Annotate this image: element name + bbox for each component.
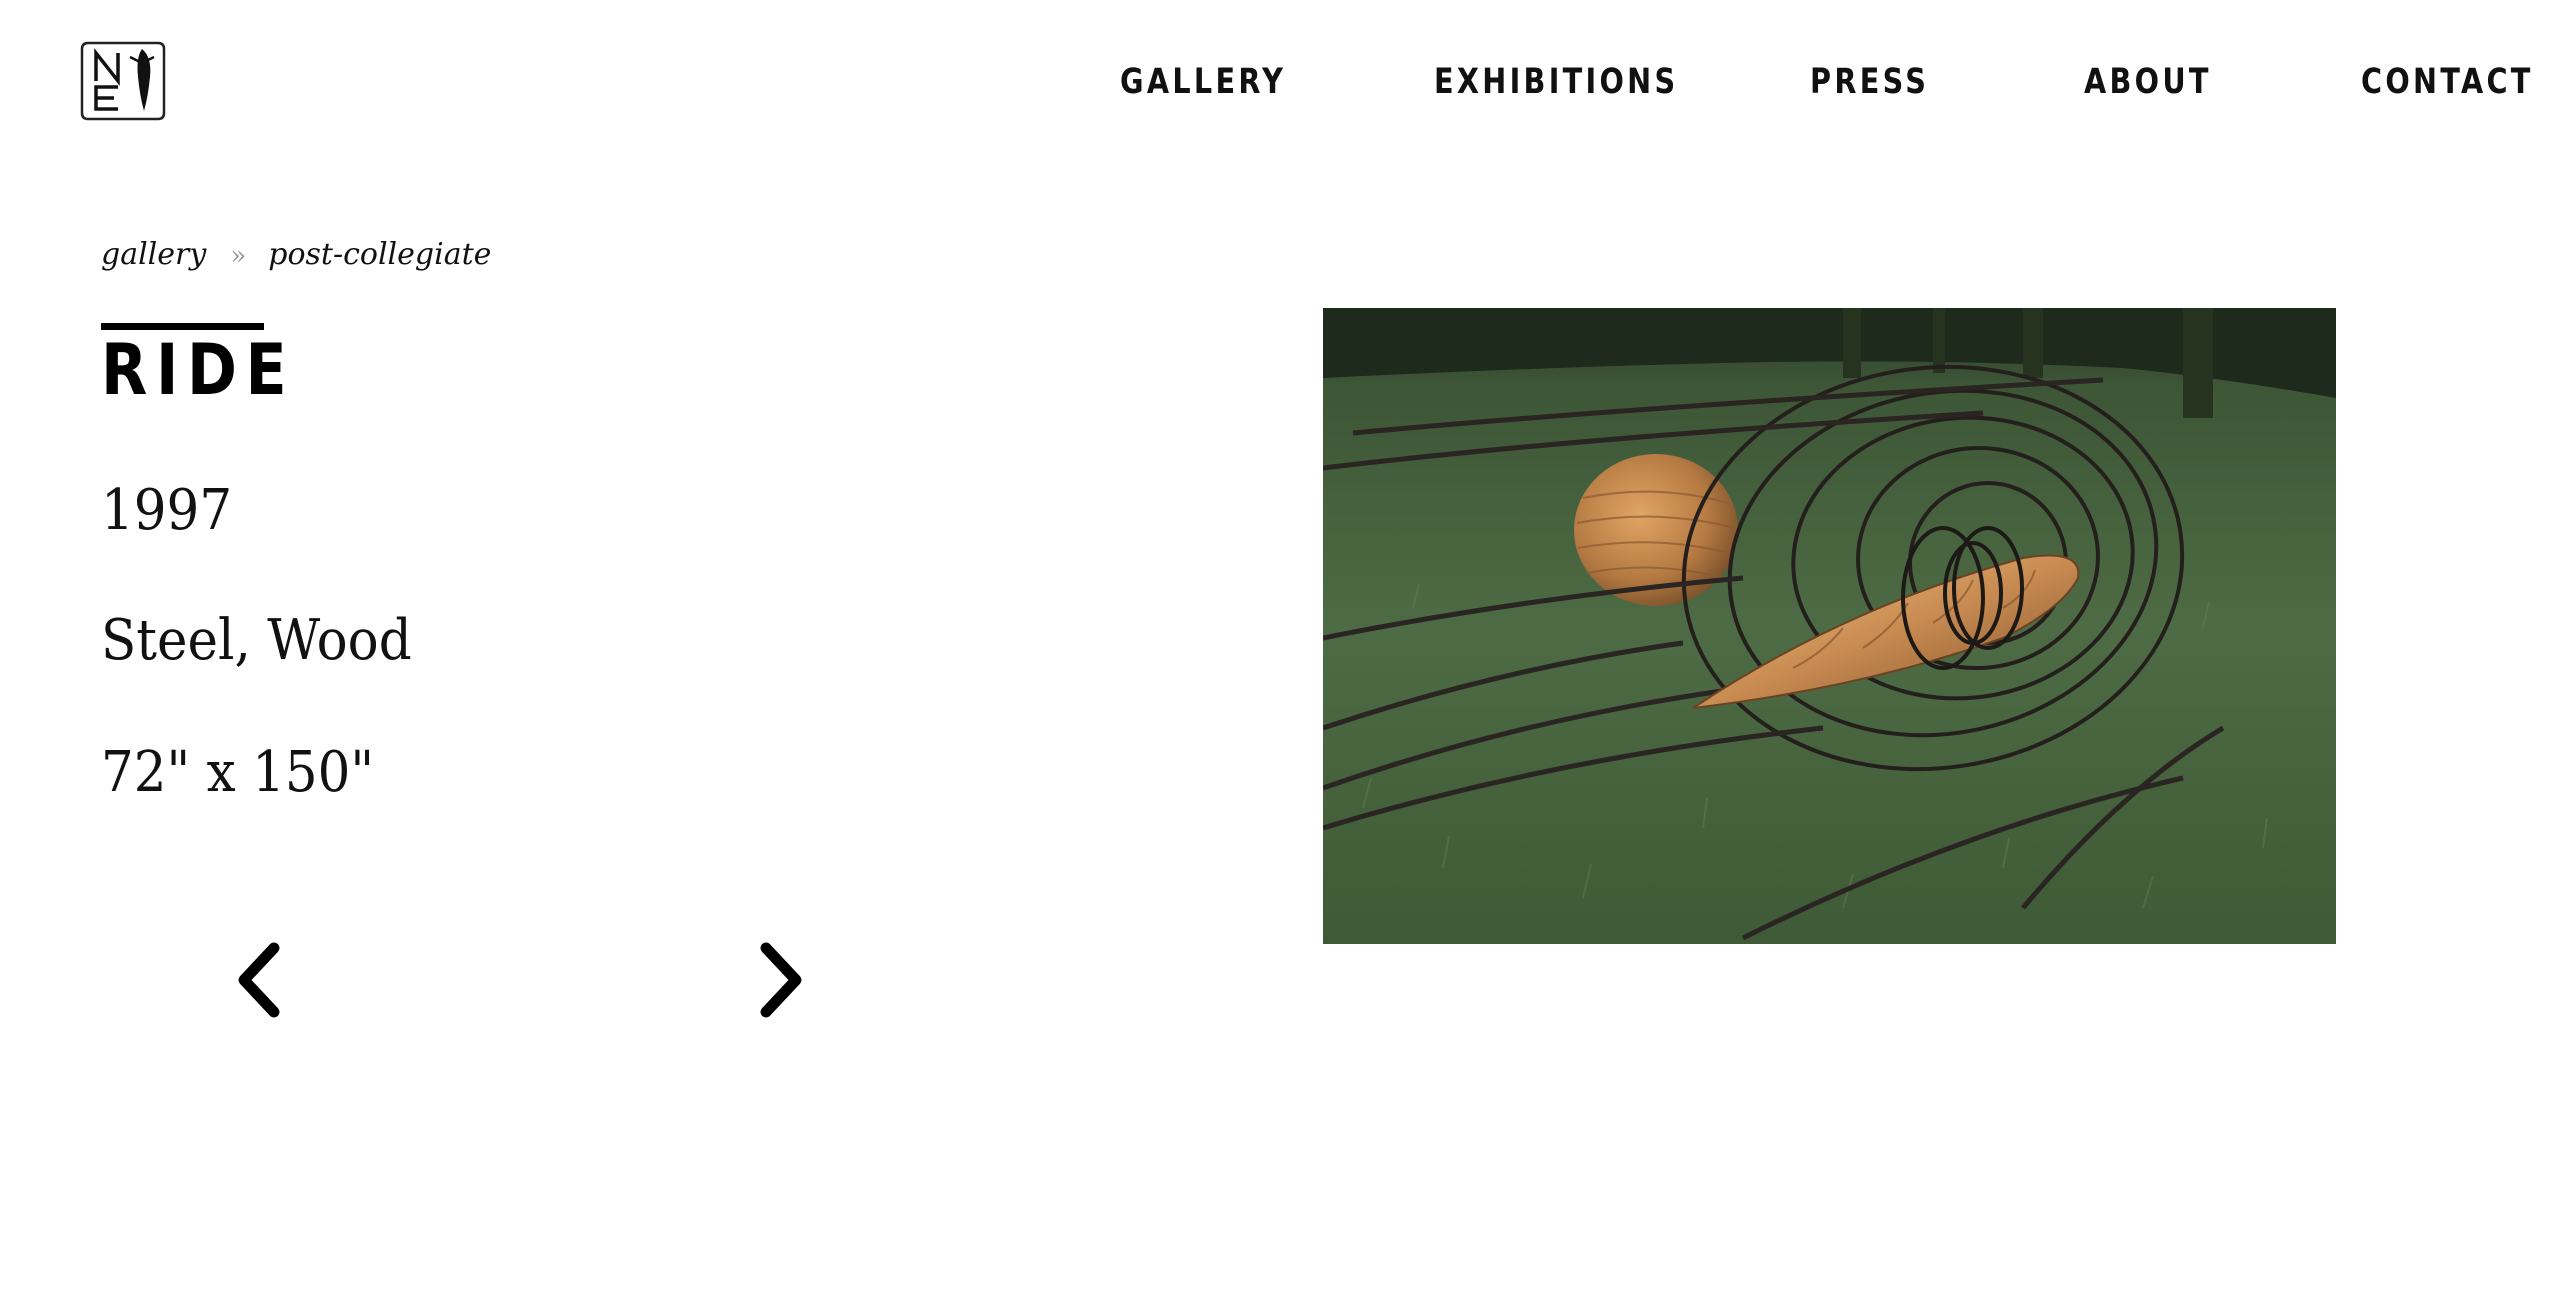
- main-nav: GALLERY EXHIBITIONS PRESS ABOUT CONTACT: [0, 58, 2560, 106]
- nav-item-press[interactable]: PRESS: [1810, 58, 1929, 106]
- nav-item-gallery[interactable]: GALLERY: [1120, 58, 1286, 106]
- artwork-title: RIDE: [101, 329, 296, 411]
- artwork-image[interactable]: [1323, 308, 2336, 944]
- nav-item-exhibitions[interactable]: EXHIBITIONS: [1434, 58, 1678, 106]
- artwork-medium: Steel, Wood: [101, 608, 412, 673]
- breadcrumb-item-post-collegiate[interactable]: post-collegiate: [268, 237, 491, 272]
- prev-artwork-button[interactable]: [230, 940, 290, 1020]
- next-artwork-button[interactable]: [750, 940, 810, 1020]
- breadcrumb-separator: »: [230, 241, 247, 271]
- breadcrumb: gallery » post-collegiate: [101, 234, 491, 276]
- chevron-right-icon: [760, 942, 802, 1018]
- artwork-photo: [1323, 308, 2336, 944]
- artwork-year: 1997: [101, 478, 233, 543]
- artwork-dimensions: 72" x 150": [101, 740, 375, 805]
- nav-item-contact[interactable]: CONTACT: [2361, 58, 2534, 106]
- nav-item-about[interactable]: ABOUT: [2084, 58, 2212, 106]
- chevron-left-icon: [238, 942, 280, 1018]
- breadcrumb-item-gallery[interactable]: gallery: [101, 237, 206, 272]
